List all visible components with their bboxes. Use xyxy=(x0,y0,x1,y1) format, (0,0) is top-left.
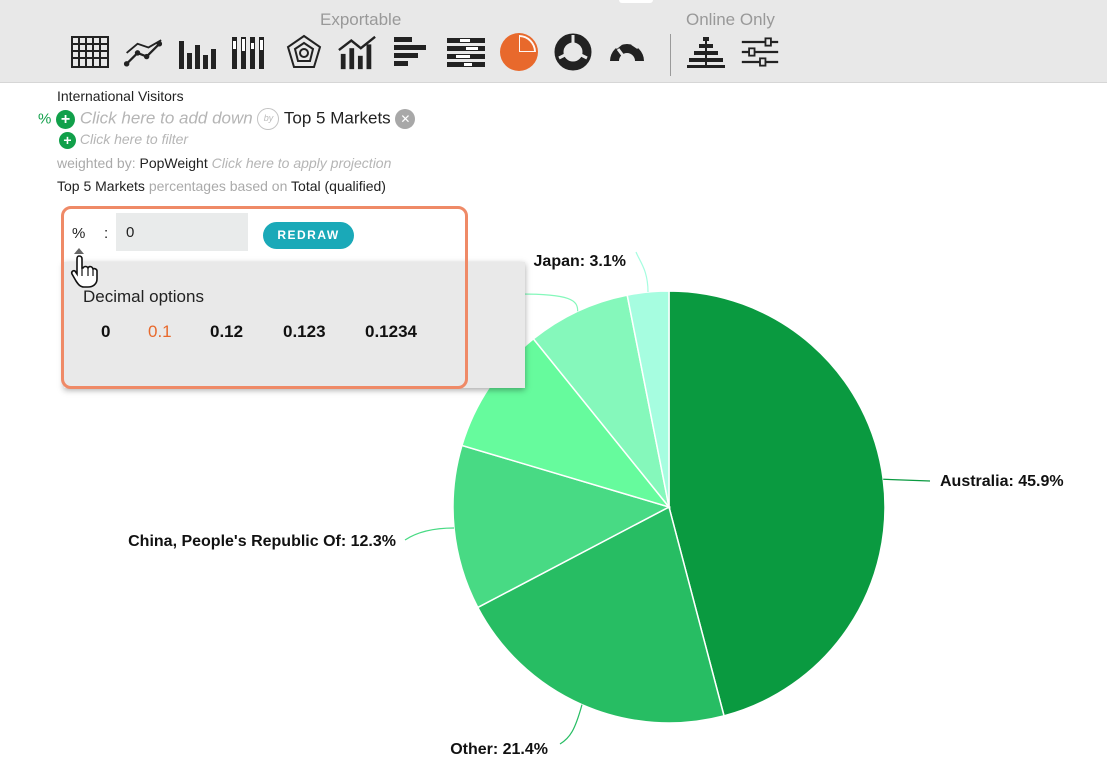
leader-line xyxy=(883,478,931,482)
leader-line xyxy=(635,251,649,293)
leader-line xyxy=(404,527,455,541)
decimal-symbol: % xyxy=(72,225,86,242)
hand-cursor-icon xyxy=(70,255,98,288)
slice-label: Australia: 45.9% xyxy=(940,473,1064,490)
decimal-input[interactable] xyxy=(116,213,248,251)
slice-label: Other: 21.4% xyxy=(450,741,548,758)
slice-label: China, People's Republic Of: 12.3% xyxy=(128,533,396,550)
redraw-button[interactable]: REDRAW xyxy=(263,222,354,249)
slice-label: Japan: 3.1% xyxy=(534,253,626,270)
leader-line xyxy=(519,293,579,312)
pie-chart: Australia: 45.9% Other: 21.4% China, Peopl… xyxy=(128,251,1064,758)
decimal-option[interactable]: 0 xyxy=(101,322,110,342)
leader-line xyxy=(559,704,583,745)
decimal-option[interactable]: 0.123 xyxy=(283,322,326,342)
decimal-colon: : xyxy=(104,225,109,242)
decimal-option[interactable]: 0.1234 xyxy=(365,322,417,342)
decimal-options-title: Decimal options xyxy=(83,287,204,306)
decimal-option-selected[interactable]: 0.1 xyxy=(148,322,172,342)
decimal-option[interactable]: 0.12 xyxy=(210,322,243,342)
